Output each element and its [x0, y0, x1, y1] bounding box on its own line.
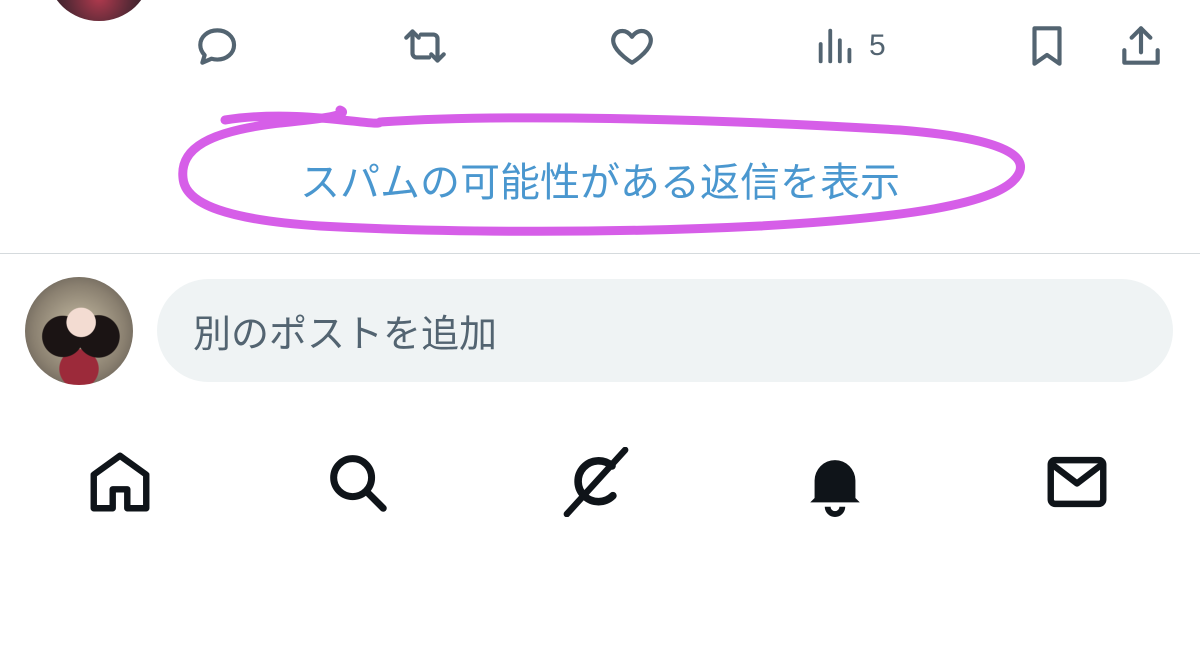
nav-home[interactable]: [80, 442, 160, 522]
app-screen: 5 スパムの可能性がある返信を表示 別のポストを追加: [0, 0, 1200, 655]
search-icon: [330, 455, 387, 512]
nav-grok[interactable]: [556, 442, 636, 522]
grok-icon: [563, 447, 629, 517]
add-post-input[interactable]: 別のポストを追加: [157, 279, 1173, 382]
nav-notifications[interactable]: [795, 442, 875, 522]
speech-bubble-icon: [198, 28, 237, 65]
retweet-icon: [404, 29, 446, 63]
bell-icon: [810, 460, 860, 517]
like-button[interactable]: [607, 18, 657, 74]
divider: [0, 253, 1200, 254]
show-spam-replies-link[interactable]: スパムの可能性がある返信を表示: [0, 150, 1200, 208]
nav-search[interactable]: [317, 442, 397, 522]
current-user-avatar[interactable]: [25, 277, 133, 385]
home-icon: [90, 452, 150, 512]
reply-button[interactable]: [193, 18, 243, 74]
mail-icon: [1047, 456, 1107, 508]
share-icon: [1122, 26, 1160, 65]
post-author-avatar[interactable]: [48, 0, 150, 21]
bookmark-button[interactable]: [1022, 18, 1072, 74]
share-button[interactable]: [1116, 18, 1166, 74]
nav-messages[interactable]: [1037, 442, 1117, 522]
show-spam-replies-label: スパムの可能性がある返信を表示: [300, 160, 900, 206]
views-button[interactable]: 5: [813, 18, 886, 74]
bookmark-icon: [1032, 26, 1062, 66]
heart-icon: [611, 28, 653, 65]
add-post-placeholder: 別のポストを追加: [193, 312, 498, 356]
repost-button[interactable]: [400, 18, 450, 74]
views-count: 5: [869, 29, 886, 62]
bar-chart-icon: [818, 28, 852, 64]
